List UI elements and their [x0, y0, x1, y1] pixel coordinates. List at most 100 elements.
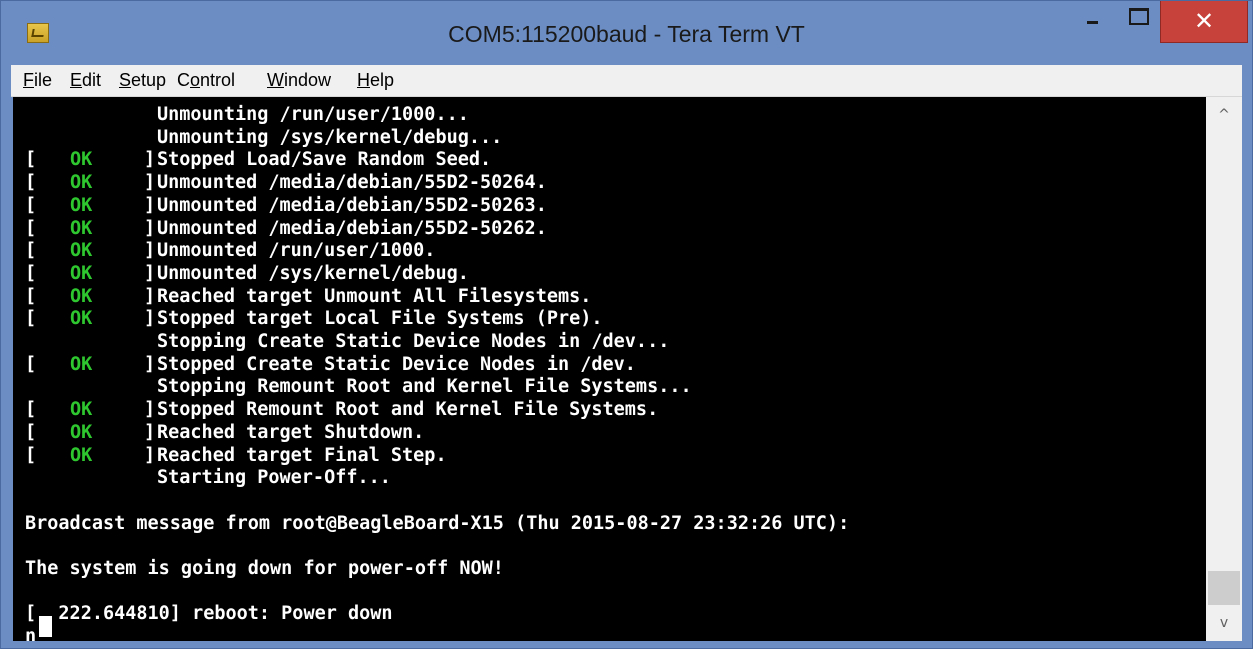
menu-control-accel: o — [190, 70, 201, 90]
status-message: Unmounted /sys/kernel/debug. — [157, 262, 469, 284]
terminal-screen[interactable]: Unmounting /run/user/1000... Unmounting /… — [13, 97, 1206, 641]
output-text: The system is going down for power-off N… — [25, 558, 504, 579]
menu-file-accel: F — [23, 70, 34, 90]
terminal-line: [OK] Stopped target Local File Systems (P… — [13, 308, 1206, 330]
menu-help[interactable]: Help — [357, 65, 394, 96]
output-text: [ 222.644810] reboot: Power down — [25, 603, 393, 625]
status-bracket-open: [ — [25, 149, 37, 171]
terminal-line: Unmounting /run/user/1000... — [13, 104, 1206, 126]
menu-bar: File Edit Setup Control Window Help — [11, 65, 1242, 97]
maximize-icon — [1129, 8, 1149, 25]
minimize-icon — [1087, 21, 1098, 24]
menu-setup[interactable]: Setup — [119, 65, 166, 96]
menu-window-rest: indow — [284, 70, 332, 90]
maximize-button[interactable] — [1116, 1, 1160, 43]
status-bracket-open: [ — [25, 217, 37, 239]
terminal-line: [ 222.644810] reboot: Power down — [13, 603, 1206, 625]
status-ok-label: OK — [70, 217, 93, 239]
menu-setup-rest: etup — [131, 70, 167, 90]
status-ok-label: OK — [70, 285, 93, 307]
status-message: Unmounted /run/user/1000. — [157, 240, 436, 262]
terminal-line: Unmounting /sys/kernel/debug... — [13, 127, 1206, 149]
status-ok-label: OK — [70, 308, 93, 330]
progress-message: Starting Power-Off... — [157, 467, 391, 489]
status-ok-label: OK — [70, 194, 93, 216]
scroll-thumb[interactable] — [1208, 571, 1240, 605]
status-bracket-open: [ — [25, 194, 37, 216]
minimize-button[interactable] — [1064, 1, 1116, 43]
close-icon: ✕ — [1193, 7, 1215, 35]
status-bracket-close: ] — [144, 240, 156, 262]
title-bar[interactable]: COM5:115200baud - Tera Term VT ✕ — [1, 1, 1252, 65]
status-message: Stopped Remount Root and Kernel File Sys… — [157, 399, 659, 421]
terminal-line: [OK] Reached target Shutdown. — [13, 422, 1206, 444]
tera-term-app-icon[interactable] — [27, 23, 49, 43]
terminal-line: [ OK] Unmounted /media/debian/55D2-50264. — [13, 172, 1206, 194]
status-bracket-open: [ — [25, 172, 37, 194]
status-bracket-close: ] — [144, 444, 156, 466]
menu-help-rest: elp — [370, 70, 395, 90]
status-bracket-close: ] — [144, 399, 156, 421]
terminal-cursor — [39, 616, 52, 637]
menu-window-accel: W — [267, 70, 284, 90]
menu-control[interactable]: Control — [177, 65, 235, 96]
menu-control-rest: ntrol — [200, 70, 236, 90]
status-ok-label: OK — [70, 240, 93, 262]
status-message: Unmounted /media/debian/55D2-50263. — [157, 194, 547, 216]
menu-edit[interactable]: Edit — [70, 65, 101, 96]
status-ok-label: OK — [70, 444, 93, 466]
status-ok-label: OK — [70, 262, 93, 284]
status-bracket-close: ] — [144, 262, 156, 284]
status-ok-label: OK — [70, 172, 93, 194]
menu-edit-accel: E — [70, 70, 83, 90]
status-bracket-close: ] — [144, 421, 156, 443]
terminal-line: [OK] Reached target Unmount All Filesyste… — [13, 286, 1206, 308]
status-message: Stopped Load/Save Random Seed. — [157, 149, 492, 171]
menu-setup-accel: S — [119, 70, 132, 90]
menu-edit-rest: dit — [82, 70, 102, 90]
status-bracket-close: ] — [144, 353, 156, 375]
menu-window[interactable]: Window — [267, 65, 331, 96]
progress-message: Unmounting /sys/kernel/debug... — [157, 126, 503, 148]
vertical-scrollbar[interactable]: ^ v — [1206, 97, 1242, 641]
status-bracket-close: ] — [144, 285, 156, 307]
progress-message: Unmounting /run/user/1000... — [157, 104, 469, 125]
terminal-line: [ OK] Unmounted /run/user/1000. — [13, 240, 1206, 262]
terminal-line: Broadcast message from root@BeagleBoard-… — [13, 513, 1206, 535]
menu-file[interactable]: File — [23, 65, 52, 96]
status-message: Stopped Create Static Device Nodes in /d… — [157, 353, 636, 375]
progress-message: Stopping Create Static Device Nodes in /… — [157, 331, 670, 352]
scroll-down-arrow-icon[interactable]: v — [1206, 605, 1242, 641]
close-button[interactable]: ✕ — [1160, 1, 1248, 43]
terminal-line: [ OK] Unmounted /sys/kernel/debug. — [13, 263, 1206, 285]
status-ok-label: OK — [70, 353, 93, 375]
status-bracket-open: [ — [25, 240, 37, 262]
status-bracket-close: ] — [144, 172, 156, 194]
status-message: Stopped target Local File Systems (Pre). — [157, 308, 603, 330]
terminal-line: n — [13, 626, 1206, 641]
menu-help-accel: H — [357, 70, 370, 90]
status-message: Unmounted /media/debian/55D2-50262. — [157, 217, 547, 239]
terminal-line: [OK] Unmounted /media/debian/55D2-50263. — [13, 195, 1206, 217]
terminal-line: Stopping Remount Root and Kernel File Sy… — [13, 376, 1206, 398]
terminal-line: Starting Power-Off... — [13, 467, 1206, 489]
tera-term-window: COM5:115200baud - Tera Term VT ✕ File Ed… — [0, 0, 1253, 649]
status-bracket-open: [ — [25, 308, 37, 330]
status-bracket-close: ] — [144, 217, 156, 239]
status-bracket-open: [ — [25, 262, 37, 284]
status-message: Unmounted /media/debian/55D2-50264. — [157, 172, 547, 194]
terminal-line: [OK] Reached target Final Step. — [13, 445, 1206, 467]
terminal-line: [ OK] Unmounted /media/debian/55D2-50262. — [13, 218, 1206, 240]
terminal-line: Stopping Create Static Device Nodes in /… — [13, 331, 1206, 353]
status-ok-label: OK — [70, 421, 93, 443]
status-bracket-close: ] — [144, 149, 156, 171]
status-bracket-open: [ — [25, 399, 37, 421]
scroll-up-arrow-icon[interactable]: ^ — [1206, 97, 1242, 133]
status-message: Reached target Shutdown. — [157, 421, 425, 443]
status-ok-label: OK — [70, 399, 93, 421]
status-message: Reached target Final Step. — [157, 444, 447, 466]
output-text: Broadcast message from root@BeagleBoard-… — [25, 512, 850, 534]
